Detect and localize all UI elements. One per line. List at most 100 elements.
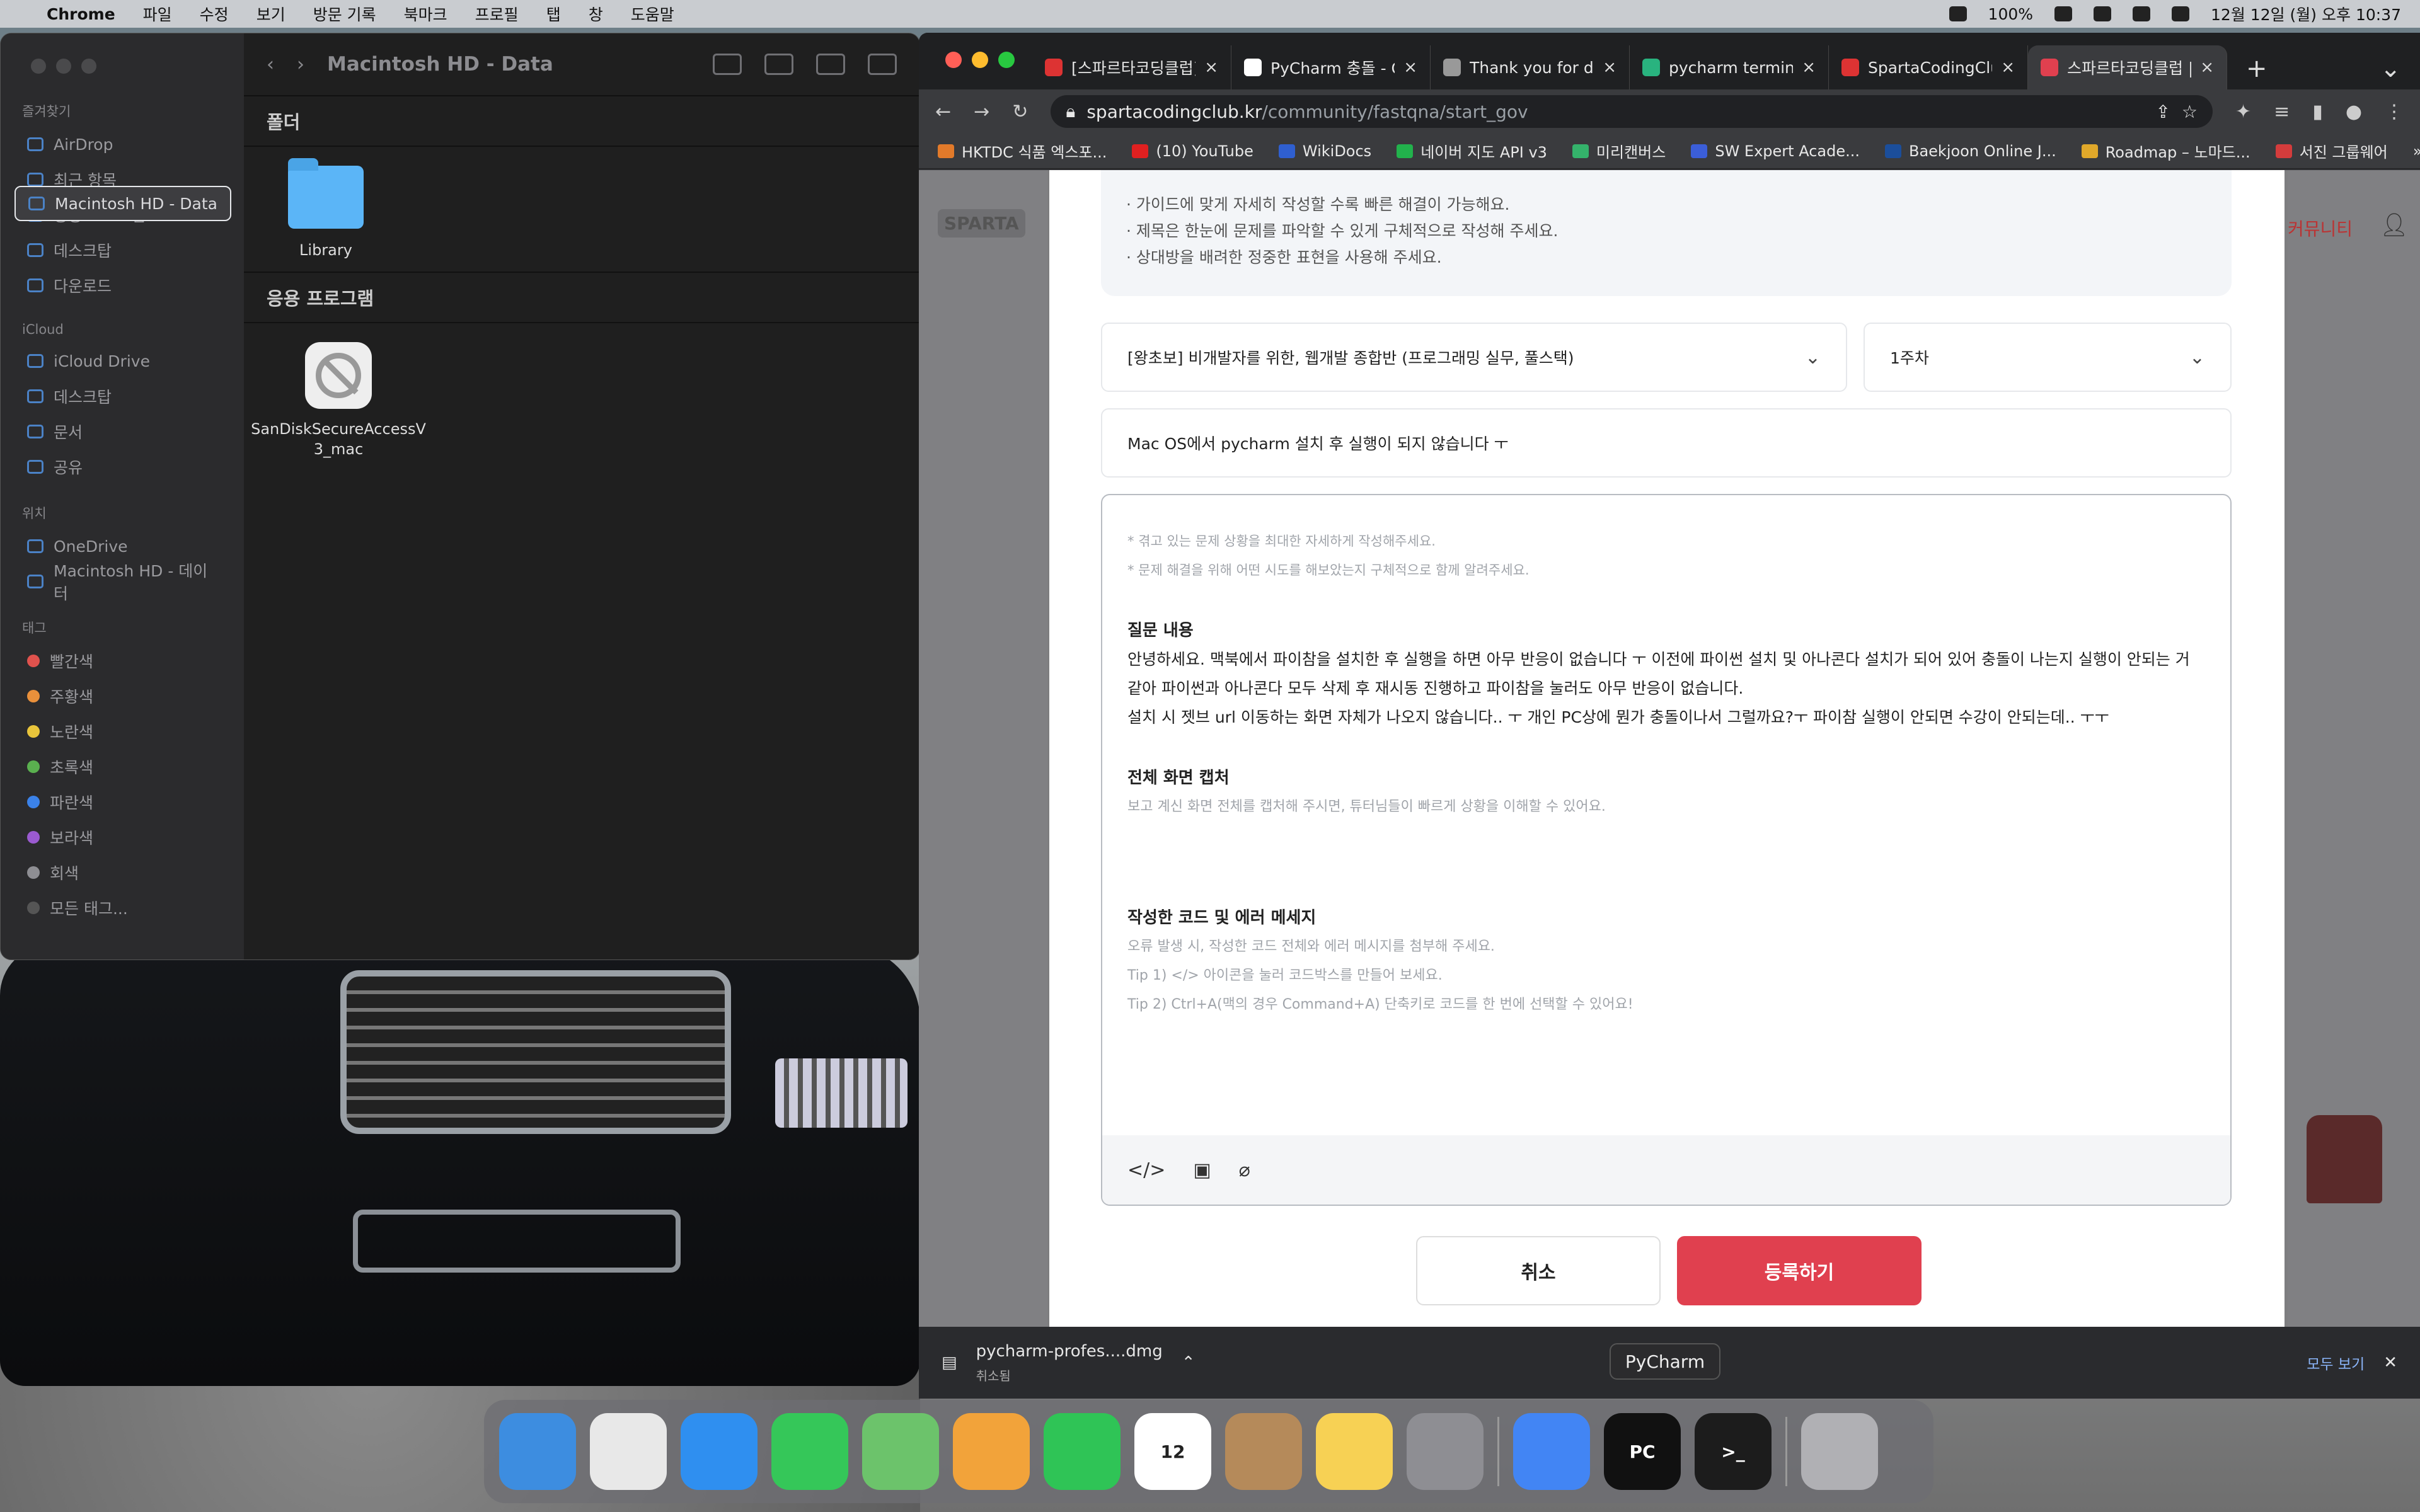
- more-bookmarks-icon[interactable]: »: [2413, 142, 2420, 160]
- submit-button[interactable]: 등록하기: [1677, 1236, 1922, 1305]
- dock-photos-icon[interactable]: [953, 1413, 1030, 1490]
- wifi-icon[interactable]: [2094, 6, 2112, 21]
- sidebar-item-icloud-desktop[interactable]: 데스크탑: [14, 379, 230, 414]
- control-center-icon[interactable]: [2172, 6, 2190, 21]
- folder-library[interactable]: Library: [250, 158, 401, 260]
- bookmark-item[interactable]: 네이버 지도 API v3: [1397, 140, 1547, 162]
- menu-profile[interactable]: 프로필: [475, 3, 519, 25]
- sidebar-item-shared[interactable]: 공유: [14, 449, 230, 484]
- sidebar-tag-item[interactable]: 보라색: [14, 820, 230, 855]
- sidebar-item-macintosh-hd-data-ko[interactable]: Macintosh HD - 데이터: [14, 562, 230, 603]
- attachment-icon[interactable]: ⌀: [1239, 1159, 1250, 1181]
- browser-tab[interactable]: 스파르타코딩클럽 | ×: [2028, 45, 2227, 89]
- forward-icon[interactable]: →: [974, 101, 989, 123]
- dock-safari-icon[interactable]: [681, 1413, 758, 1490]
- gallery-view-icon[interactable]: [868, 54, 897, 75]
- minimize-button[interactable]: [56, 59, 71, 74]
- search-icon[interactable]: [2133, 6, 2151, 21]
- code-block-icon[interactable]: </>: [1127, 1159, 1165, 1181]
- bookmark-item[interactable]: WikiDocs: [1278, 142, 1371, 160]
- sidebar-item-downloads[interactable]: 다운로드: [14, 268, 230, 303]
- sidebar-tag-item[interactable]: 파란색: [14, 784, 230, 820]
- menu-help[interactable]: 도움말: [631, 3, 674, 25]
- community-link[interactable]: 커뮤니티: [2288, 215, 2353, 241]
- chevron-up-icon[interactable]: ⌃: [1182, 1353, 1196, 1372]
- close-tab-icon[interactable]: ×: [1603, 58, 1616, 77]
- avatar[interactable]: ●: [2346, 101, 2362, 123]
- reload-icon[interactable]: ↻: [1012, 101, 1028, 123]
- sidebar-tag-item[interactable]: 빨간색: [14, 643, 230, 679]
- browser-tab[interactable]: PyCharm 충돌 - G ×: [1231, 45, 1431, 89]
- reading-list-icon[interactable]: ≡: [2274, 101, 2290, 123]
- close-tab-icon[interactable]: ×: [1204, 58, 1218, 77]
- dock-chrome-icon[interactable]: [1513, 1413, 1590, 1490]
- dock-terminal-icon[interactable]: >_: [1695, 1413, 1772, 1490]
- dock-contacts-icon[interactable]: [1225, 1413, 1302, 1490]
- sidebar-item-icloud-drive[interactable]: iCloud Drive: [14, 343, 230, 379]
- app-sandisk[interactable]: SanDiskSecureAccessV3_mac: [250, 342, 427, 460]
- sidebar-item-desktop[interactable]: 데스크탑: [14, 232, 230, 268]
- dock-calendar-icon[interactable]: 12: [1134, 1413, 1211, 1490]
- close-tab-icon[interactable]: ×: [1802, 58, 1816, 77]
- week-select[interactable]: 1주차 ⌄: [1864, 323, 2232, 392]
- browser-tab[interactable]: pycharm termina ×: [1630, 45, 1829, 89]
- bookmark-item[interactable]: (10) YouTube: [1132, 142, 1253, 160]
- sidebar-tag-item[interactable]: 모든 태그...: [14, 890, 230, 925]
- menu-edit[interactable]: 수정: [200, 3, 229, 25]
- star-icon[interactable]: ☆: [2182, 101, 2198, 122]
- menu-bookmarks[interactable]: 북마크: [404, 3, 447, 25]
- sidebar-item-macintosh-hd-data[interactable]: Macintosh HD - Data: [14, 186, 231, 221]
- close-button[interactable]: [31, 59, 46, 74]
- bookmark-item[interactable]: 서진 그룹웨어: [2275, 140, 2388, 162]
- battery-percent[interactable]: 100%: [1988, 5, 2033, 23]
- zoom-button[interactable]: [998, 52, 1015, 68]
- icon-view-icon[interactable]: [713, 54, 742, 75]
- menu-clock[interactable]: 12월 12일 (월) 오후 10:37: [2211, 3, 2401, 25]
- column-view-icon[interactable]: [816, 54, 845, 75]
- extensions-icon[interactable]: ✦: [2235, 101, 2251, 123]
- bookmark-item[interactable]: HKTDC 식품 엑스포...: [938, 140, 1107, 162]
- dock-launchpad-icon[interactable]: [590, 1413, 667, 1490]
- close-tab-icon[interactable]: ×: [2001, 58, 2015, 77]
- zoom-button[interactable]: [81, 59, 96, 74]
- sidebar-item-documents[interactable]: 문서: [14, 414, 230, 449]
- dock-maps-icon[interactable]: [862, 1413, 939, 1490]
- menu-tab[interactable]: 탭: [546, 3, 561, 25]
- sidebar-tag-item[interactable]: 초록색: [14, 749, 230, 784]
- minimize-button[interactable]: [972, 52, 988, 68]
- back-icon[interactable]: ←: [935, 101, 951, 123]
- course-select[interactable]: [왕초보] 비개발자를 위한, 웹개발 종합반 (프로그래밍 실무, 풀스택) …: [1101, 323, 1847, 392]
- browser-tab[interactable]: [스파르타코딩클럽] ×: [1032, 45, 1231, 89]
- share-icon[interactable]: ⇪: [2155, 101, 2170, 122]
- close-button[interactable]: [945, 52, 962, 68]
- cancel-button[interactable]: 취소: [1416, 1236, 1661, 1305]
- bookmark-item[interactable]: Roadmap – 노마드...: [2081, 140, 2250, 162]
- bookmark-item[interactable]: 미리캔버스: [1572, 140, 1666, 162]
- menu-app-name[interactable]: Chrome: [47, 5, 115, 23]
- menu-history[interactable]: 방문 기록: [313, 3, 376, 25]
- show-all-link[interactable]: 모두 보기: [2307, 1352, 2365, 1373]
- sidebar-item-airdrop[interactable]: AirDrop: [14, 127, 230, 162]
- sidebar-tag-item[interactable]: 노란색: [14, 714, 230, 749]
- site-logo[interactable]: SPARTA: [938, 209, 1025, 238]
- dock-facetime-icon[interactable]: [1044, 1413, 1121, 1490]
- title-input[interactable]: Mac OS에서 pycharm 설치 후 실행이 되지 않습니다 ㅜ: [1101, 408, 2232, 478]
- download-item[interactable]: pycharm-profes....dmg 취소됨: [976, 1342, 1163, 1384]
- user-icon[interactable]: 👤︎: [2380, 212, 2409, 238]
- close-tab-icon[interactable]: ×: [2200, 58, 2214, 77]
- new-tab-button[interactable]: +: [2227, 54, 2286, 89]
- close-icon[interactable]: ✕: [2383, 1353, 2397, 1372]
- menu-window[interactable]: 창: [589, 3, 603, 25]
- bookmark-item[interactable]: SW Expert Acade...: [1691, 142, 1860, 160]
- menu-view[interactable]: 보기: [256, 3, 285, 25]
- dock-finder-icon[interactable]: [499, 1413, 576, 1490]
- back-icon[interactable]: ‹: [267, 54, 274, 76]
- forward-icon[interactable]: ›: [297, 54, 304, 76]
- tab-search-icon[interactable]: ⌄: [2361, 54, 2420, 89]
- browser-tab[interactable]: Thank you for do ×: [1431, 45, 1630, 89]
- list-view-icon[interactable]: [764, 54, 793, 75]
- address-bar[interactable]: 🔒︎ spartacodingclub.kr/community/fastqna…: [1051, 95, 2213, 128]
- image-icon[interactable]: ▣: [1193, 1159, 1211, 1181]
- side-panel-icon[interactable]: ▮: [2312, 101, 2323, 123]
- dock-messages-icon[interactable]: [771, 1413, 848, 1490]
